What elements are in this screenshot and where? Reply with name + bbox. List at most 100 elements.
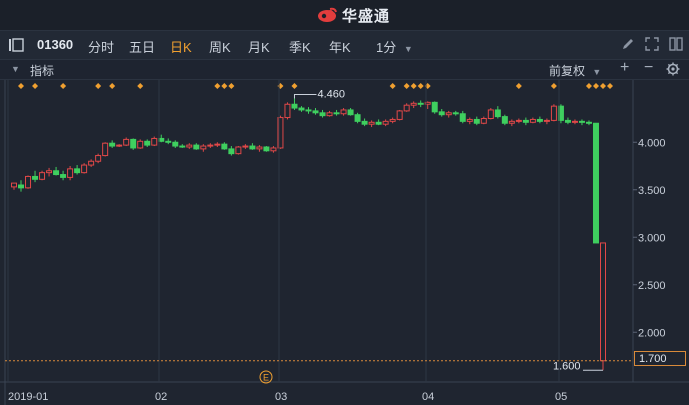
candlestick-chart[interactable]: 4.000 3.500 3.000 2.500 2.000 2019-01 02 03 04 0… — [0, 80, 689, 405]
candle-body — [130, 138, 137, 149]
x-tick-label: 03 — [275, 391, 287, 403]
candle-body — [564, 119, 571, 123]
candle-body — [179, 145, 186, 148]
huasheng-logo-icon — [318, 7, 337, 22]
candle-body — [200, 145, 207, 150]
plus-icon[interactable]: + — [620, 59, 629, 77]
earnings-event-label: E — [263, 373, 269, 383]
candle-body — [81, 164, 88, 174]
candle-body — [375, 121, 382, 125]
candle-body — [333, 112, 340, 115]
candle-body — [529, 118, 536, 123]
candle-body — [256, 146, 263, 150]
x-tick-label: 05 — [555, 391, 567, 403]
candle-body — [102, 142, 109, 157]
x-tick-label: 04 — [422, 391, 434, 403]
candle-body — [340, 109, 347, 115]
tab-five-day[interactable]: 五日 — [129, 37, 155, 56]
candle-body — [123, 138, 130, 146]
indicator-collapse-icon[interactable]: ▼ — [11, 64, 20, 74]
y-tick-label: 4.000 — [638, 137, 666, 149]
tab-yearly-k[interactable]: 年K — [329, 37, 351, 56]
candle-body — [207, 144, 214, 147]
candle-body — [165, 140, 172, 143]
chevron-down-icon: ▼ — [403, 44, 413, 54]
y-tick-label: 2.500 — [638, 280, 666, 292]
candle-body — [74, 168, 81, 174]
adjust-dropdown[interactable]: 前复权 ▼ — [549, 62, 601, 79]
tab-monthly-k[interactable]: 月K — [248, 37, 270, 56]
period-value: 1分 — [376, 40, 397, 55]
y-tick-label: 3.500 — [638, 185, 666, 197]
candle-body — [291, 103, 298, 109]
candle-body — [39, 172, 46, 180]
candle-body — [249, 145, 256, 150]
adjust-value: 前复权 — [549, 64, 586, 78]
candle-body — [116, 144, 123, 147]
candle-body — [452, 112, 459, 115]
x-tick-label: 2019-01 — [8, 391, 48, 403]
candle-body — [354, 114, 361, 122]
candle-body — [186, 144, 193, 148]
candle-body — [487, 109, 494, 120]
split-icon[interactable] — [669, 37, 683, 56]
candle-body — [515, 119, 522, 122]
candle-body — [431, 101, 438, 113]
candle-body — [389, 118, 396, 122]
tab-intraday[interactable]: 分时 — [88, 37, 114, 56]
title-bar: 华盛通 — [0, 0, 689, 31]
tab-daily-k[interactable]: 日K — [170, 37, 192, 56]
pencil-icon[interactable] — [621, 37, 635, 56]
candle-body — [438, 111, 445, 116]
candle-body — [494, 109, 501, 118]
candle-body — [18, 184, 25, 189]
candle-body — [501, 116, 508, 124]
candle-body — [522, 119, 529, 123]
tab-weekly-k[interactable]: 周K — [209, 37, 231, 56]
candle-body — [25, 175, 32, 189]
fullscreen-icon[interactable] — [645, 37, 659, 56]
indicator-label[interactable]: 指标 — [30, 62, 54, 79]
candle-body — [221, 143, 228, 150]
candle-body — [137, 140, 144, 149]
candle-body — [193, 144, 200, 150]
gear-icon[interactable] — [666, 62, 680, 81]
chevron-down-icon: ▼ — [592, 67, 602, 77]
candle-body — [445, 112, 452, 116]
toolbar-icons — [621, 37, 683, 56]
last-price-box: 1.700 — [634, 351, 686, 366]
candle-body — [410, 102, 417, 106]
candle-body — [214, 143, 221, 146]
indicator-bar: ▼ 指标 前复权 ▼ + − — [0, 59, 689, 81]
candle-body — [298, 107, 305, 111]
candle-body — [312, 110, 319, 114]
candle-body — [32, 175, 39, 180]
candle-body — [585, 121, 592, 124]
candle-body — [417, 102, 424, 105]
high-price-label: 4.460 — [317, 89, 345, 101]
candle-body — [151, 137, 158, 146]
candle-body — [172, 141, 179, 147]
candle-body — [473, 118, 480, 124]
candle-body — [459, 113, 466, 122]
candle-body — [60, 174, 67, 178]
stock-symbol[interactable]: 01360 — [37, 37, 73, 52]
candle-body — [347, 109, 354, 116]
candle-body — [600, 242, 606, 362]
candle-body — [543, 119, 550, 122]
y-tick-label: 2.000 — [638, 327, 666, 339]
candle-body — [109, 142, 116, 147]
panel-toggle-icon[interactable] — [8, 37, 24, 58]
candle-body — [403, 104, 410, 112]
candle-body — [53, 170, 60, 176]
candle-body — [396, 110, 403, 120]
candle-body — [326, 112, 333, 117]
candle-body — [235, 146, 242, 155]
period-dropdown[interactable]: 1分 ▼ — [376, 37, 413, 56]
candle-body — [508, 120, 515, 124]
candle-body — [228, 148, 235, 155]
candle-body — [67, 168, 74, 178]
candle-body — [319, 112, 326, 117]
minus-icon[interactable]: − — [644, 59, 653, 77]
tab-quarterly-k[interactable]: 季K — [289, 37, 311, 56]
